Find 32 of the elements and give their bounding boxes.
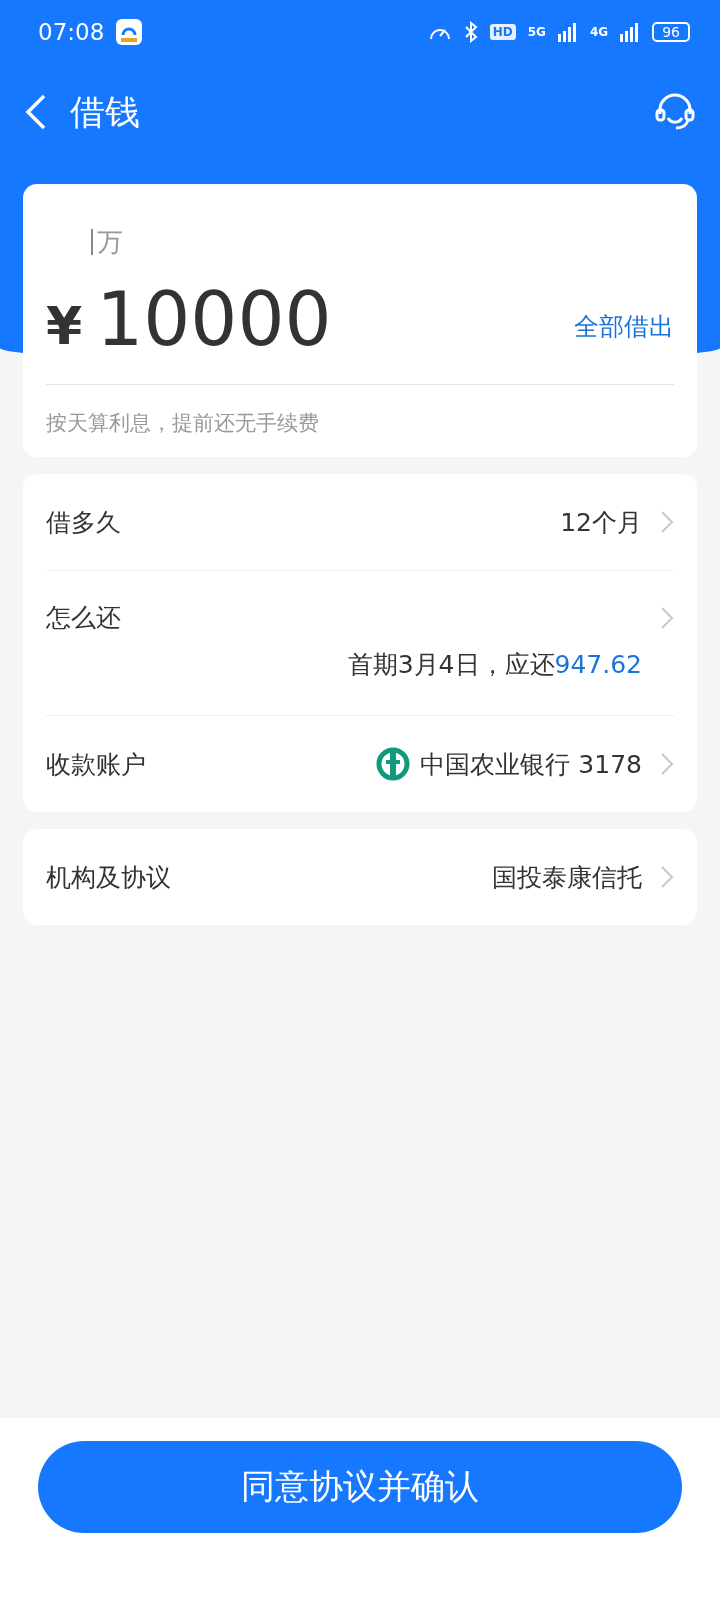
interest-note: 按天算利息，提前还无手续费 xyxy=(46,410,320,437)
bank-logo-icon xyxy=(376,747,411,781)
chevron-right-icon xyxy=(660,605,674,630)
currency-symbol: ¥ xyxy=(46,296,83,356)
network-label: 5G xyxy=(527,25,546,39)
unit-hint: 万 xyxy=(97,225,123,259)
row-value: 12个月 xyxy=(560,506,642,539)
amount-input[interactable]: 10000 xyxy=(96,276,332,362)
chevron-right-icon xyxy=(660,510,674,534)
hd-badge: HD xyxy=(489,24,516,40)
app-notification-icon xyxy=(116,19,143,45)
repay-amount: 947.62 xyxy=(554,650,642,679)
chevron-right-icon xyxy=(660,865,674,889)
confirm-button[interactable]: 同意协议并确认 xyxy=(38,1441,682,1533)
signal-icon xyxy=(557,22,578,42)
bluetooth-icon xyxy=(463,21,478,43)
row-label: 收款账户 xyxy=(46,748,146,781)
signal-icon xyxy=(620,22,641,42)
page-title: 借钱 xyxy=(70,90,140,134)
back-icon[interactable] xyxy=(24,94,48,130)
borrow-all-link[interactable]: 全部借出 xyxy=(574,309,674,343)
network-label: 4G xyxy=(589,25,609,39)
status-time: 07:08 xyxy=(38,19,105,45)
row-label: 怎么还 xyxy=(46,602,121,634)
chevron-right-icon xyxy=(660,752,674,776)
customer-service-icon[interactable] xyxy=(654,92,696,132)
row-label: 借多久 xyxy=(46,506,121,539)
row-value: 中国农业银行 3178 xyxy=(420,748,642,781)
battery-level: 96 xyxy=(652,22,690,42)
row-label: 机构及协议 xyxy=(46,861,171,894)
row-value: 国投泰康信托 xyxy=(492,861,642,894)
row-value: 首期3月4日，应还 xyxy=(347,649,555,681)
